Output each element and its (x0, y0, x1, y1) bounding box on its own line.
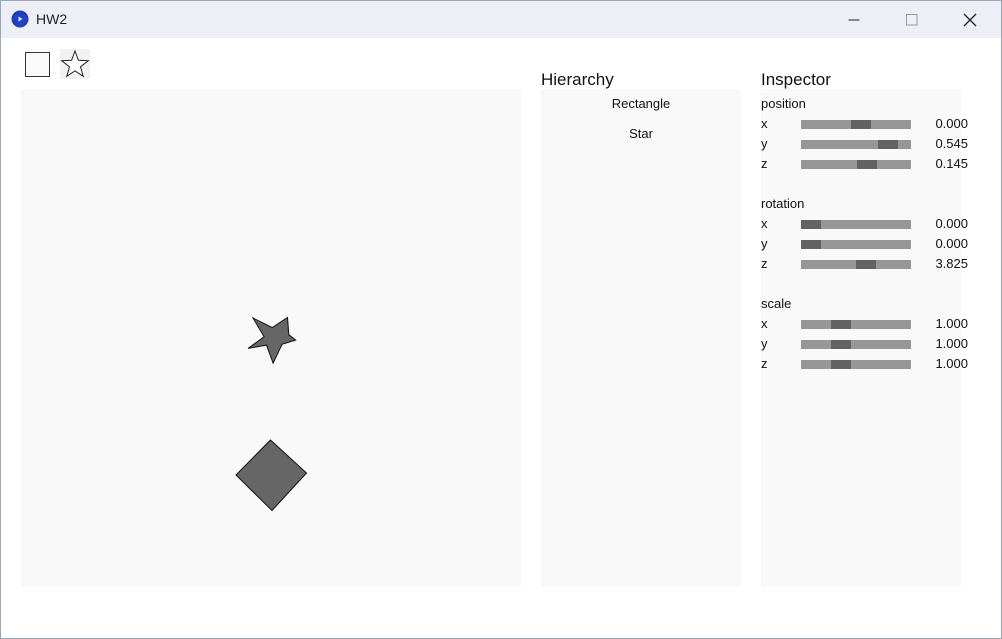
star-icon (60, 49, 90, 78)
maximize-button[interactable] (889, 1, 935, 38)
scale-y-value: 1.000 (935, 336, 968, 351)
position-y-value: 0.545 (935, 136, 968, 151)
slider-handle[interactable] (801, 220, 821, 229)
slider-handle[interactable] (801, 240, 821, 249)
inspector-title: Inspector (761, 70, 831, 89)
scale-z-slider[interactable] (801, 360, 911, 369)
hierarchy-item-rectangle[interactable]: Rectangle (541, 96, 741, 111)
close-button[interactable] (947, 1, 993, 38)
rotation-z-slider[interactable] (801, 260, 911, 269)
rectangle-icon (24, 51, 50, 77)
position-x-label: x (761, 116, 768, 131)
scale-section-label: scale (761, 296, 792, 311)
rotation-section-label: rotation (761, 196, 805, 211)
hierarchy-item-star[interactable]: Star (541, 126, 741, 141)
scale-x-label: x (761, 316, 768, 331)
scale-x-slider[interactable] (801, 320, 911, 329)
scale-z-value: 1.000 (935, 356, 968, 371)
slider-handle[interactable] (856, 260, 876, 269)
scale-y-label: y (761, 336, 768, 351)
slider-handle[interactable] (878, 140, 898, 149)
position-section-label: position (761, 96, 806, 111)
rotation-x-slider[interactable] (801, 220, 911, 229)
position-z-label: z (761, 156, 768, 171)
scene-rectangle[interactable] (235, 439, 308, 512)
rotation-y-slider[interactable] (801, 240, 911, 249)
window-title: HW2 (36, 11, 68, 27)
hierarchy-panel: Rectangle Star (541, 89, 741, 587)
slider-handle[interactable] (831, 360, 851, 369)
close-icon (963, 13, 977, 26)
position-x-slider[interactable] (801, 120, 911, 129)
inspector-panel: position x 0.000 y 0.545 z 0.145 rotatio… (761, 89, 968, 587)
rotation-x-label: x (761, 216, 768, 231)
scale-y-slider[interactable] (801, 340, 911, 349)
minimize-button[interactable] (831, 1, 877, 38)
position-y-slider[interactable] (801, 140, 911, 149)
position-z-slider[interactable] (801, 160, 911, 169)
scene-viewport[interactable] (21, 89, 521, 587)
title-bar[interactable]: HW2 (1, 1, 1001, 38)
position-x-value: 0.000 (935, 116, 968, 131)
rotation-x-value: 0.000 (935, 216, 968, 231)
app-window: HW2 Hierarchy Rectangle Star Inspector p… (0, 0, 1002, 639)
position-z-value: 0.145 (935, 156, 968, 171)
app-icon (11, 10, 29, 28)
position-y-label: y (761, 136, 768, 151)
scale-z-label: z (761, 356, 768, 371)
scale-x-value: 1.000 (935, 316, 968, 331)
slider-handle[interactable] (851, 120, 871, 129)
hierarchy-title: Hierarchy (541, 70, 614, 89)
rotation-y-label: y (761, 236, 768, 251)
slider-handle[interactable] (831, 340, 851, 349)
rotation-y-value: 0.000 (935, 236, 968, 251)
maximize-icon (906, 13, 918, 25)
slider-handle[interactable] (857, 160, 877, 169)
rotation-z-label: z (761, 256, 768, 271)
rotation-z-value: 3.825 (935, 256, 968, 271)
slider-handle[interactable] (831, 320, 851, 329)
scene-star[interactable] (247, 316, 297, 365)
rectangle-tool-button[interactable] (22, 49, 52, 79)
star-tool-button[interactable] (60, 49, 90, 79)
minimize-icon (848, 19, 860, 20)
